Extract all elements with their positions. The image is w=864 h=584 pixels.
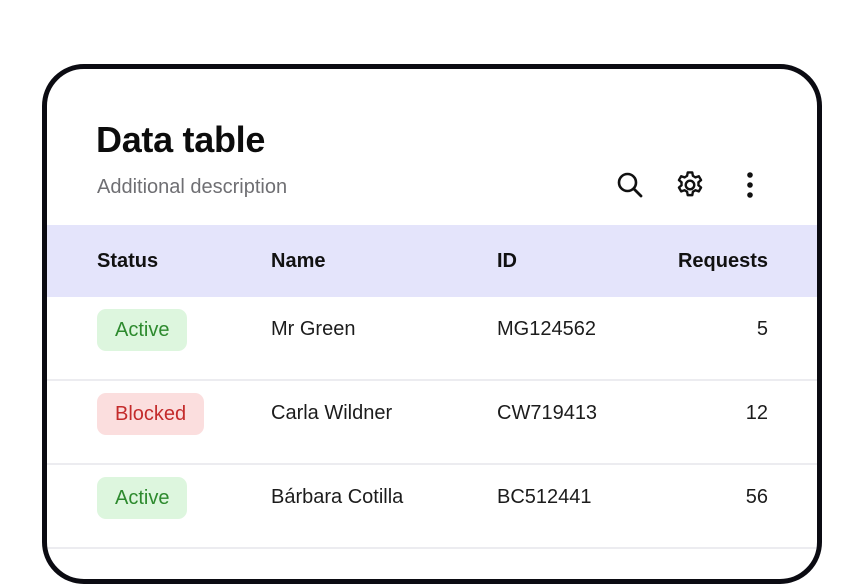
more-options-button[interactable] [733,168,767,202]
more-vertical-icon [747,172,753,198]
status-badge: Blocked [97,393,205,435]
column-header-name[interactable]: Name [271,250,325,273]
table-description: Additional description [97,176,288,198]
table-row[interactable]: Active Mr Green MG124562 5 [47,297,817,381]
table-header: Status Name ID Requests [47,225,817,297]
data-table-card: Data table Additional description Status… [42,64,822,584]
column-header-status[interactable]: Status [97,250,158,273]
id-cell: CW719413 [497,402,598,424]
requests-cell: 56 [745,486,768,508]
page-title: Data table [96,119,266,160]
search-button[interactable] [613,168,647,202]
name-cell: Bárbara Cotilla [271,486,404,508]
name-cell: Carla Wildner [271,402,393,424]
search-icon [617,172,643,198]
requests-cell: 5 [756,318,768,340]
name-cell: Mr Green [271,318,356,340]
status-badge: Active [97,477,188,519]
column-header-requests[interactable]: Requests [678,250,768,273]
status-badge: Active [97,309,188,351]
requests-cell: 12 [745,402,768,424]
id-cell: MG124562 [497,318,596,340]
gear-icon [677,171,703,197]
settings-button[interactable] [673,168,707,202]
id-cell: BC512441 [497,486,592,508]
table-row[interactable]: Blocked Carla Wildner CW719413 12 [47,381,817,465]
table-row[interactable]: Active Bárbara Cotilla BC512441 56 [47,465,817,549]
column-header-id[interactable]: ID [497,250,517,273]
